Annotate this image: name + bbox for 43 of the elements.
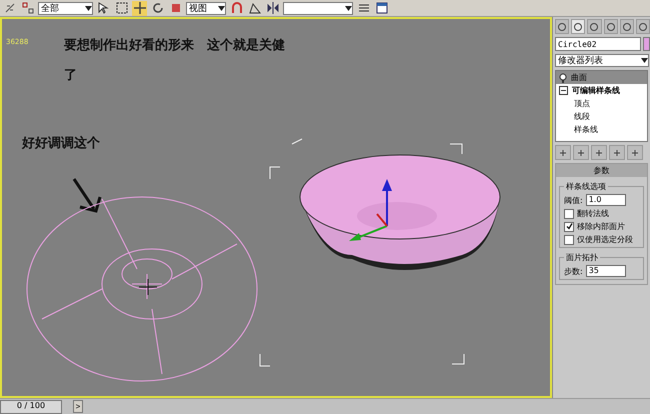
lightbulb-icon[interactable] xyxy=(559,72,567,82)
annotation-text: 好好调调这个 xyxy=(22,134,100,153)
caret-icon xyxy=(345,6,352,10)
checkbox-label: 翻转法线 xyxy=(577,208,609,219)
named-selection-dropdown[interactable] xyxy=(283,2,353,14)
checkbox-label: 移除内部面片 xyxy=(577,221,625,232)
spinner-field[interactable]: 1.0 xyxy=(586,194,626,206)
caret-icon xyxy=(641,58,648,63)
sub-object-item[interactable]: 样条线 xyxy=(556,123,647,136)
sub-object-item[interactable]: 顶点 xyxy=(556,97,647,110)
sub-object-item[interactable]: 线段 xyxy=(556,110,647,123)
annotation-text: 要想制作出好看的形来 这个就是关健 了 xyxy=(64,36,285,85)
next-frame-button[interactable]: > xyxy=(73,400,83,413)
mirror-icon[interactable] xyxy=(265,0,280,16)
caret-icon xyxy=(218,6,225,10)
selection-filter-dropdown[interactable]: 全部 xyxy=(38,2,93,14)
field-label: 步数: xyxy=(564,266,583,276)
move-icon[interactable] xyxy=(132,0,147,16)
checkbox-label: 仅使用选定分段 xyxy=(577,234,633,245)
frame-counter[interactable]: 0 / 100 xyxy=(0,400,62,414)
group-title: 面片拓扑 xyxy=(565,252,599,263)
modifier-list-dropdown[interactable]: 修改器列表 xyxy=(555,54,649,67)
coordinate-dropdown[interactable]: 视图 xyxy=(186,2,226,14)
caret-icon xyxy=(85,6,92,10)
field-label: 阈值: xyxy=(564,194,583,206)
spinner-field[interactable]: 35 xyxy=(586,265,626,277)
rotate-icon[interactable] xyxy=(150,0,165,16)
checkbox[interactable] xyxy=(564,234,574,244)
modifier-item[interactable]: 曲面 xyxy=(556,71,647,84)
transform-gizmo xyxy=(349,179,392,241)
checkbox[interactable] xyxy=(564,222,574,232)
modifier-item[interactable]: 可编辑样条线 xyxy=(556,84,647,97)
rollout-title[interactable]: 参数 xyxy=(556,164,647,177)
checkmark-icon xyxy=(566,223,572,230)
group-title: 样条线选项 xyxy=(565,181,607,192)
checkbox[interactable] xyxy=(564,208,574,218)
cursor-icon[interactable] xyxy=(96,0,111,16)
collapse-icon[interactable] xyxy=(559,86,568,95)
object-color-swatch[interactable] xyxy=(643,37,650,51)
select-region-icon[interactable] xyxy=(114,0,129,16)
hand-drawn-arrow xyxy=(72,178,102,212)
object-name-field[interactable]: Circle02 xyxy=(555,37,641,51)
window-icon[interactable] xyxy=(374,0,389,16)
